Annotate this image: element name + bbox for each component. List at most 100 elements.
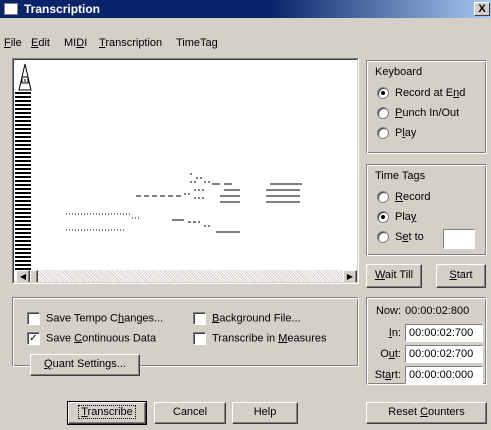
scroll-left-button[interactable]: ◀ — [16, 270, 30, 282]
menu-bar: File Edit MIDI Transcription TimeTag — [0, 18, 491, 56]
radio-punch-in-out[interactable]: Punch In/Out — [377, 107, 459, 120]
piano-key — [15, 224, 31, 226]
piano-key — [15, 236, 31, 238]
out-label: Out: — [380, 348, 401, 360]
piano-key — [15, 160, 31, 162]
checkbox-box[interactable] — [193, 332, 206, 345]
radio-indicator[interactable] — [377, 191, 389, 204]
radio-indicator[interactable] — [377, 231, 389, 244]
radio-set-to[interactable]: Set to — [377, 231, 424, 244]
transcribe-in-measures-checkbox[interactable]: Transcribe in Measures — [193, 332, 327, 345]
keyboard-group: Keyboard Record at End Punch In/Out Play — [366, 60, 487, 154]
piano-key — [15, 196, 31, 198]
horizontal-scrollbar[interactable]: ◀ ▶ — [16, 270, 357, 282]
piano-key — [15, 232, 31, 234]
close-button[interactable]: X — [474, 2, 490, 16]
radio-tag-play[interactable]: Play — [377, 211, 416, 224]
piano-key — [15, 96, 31, 98]
piano-keyboard[interactable] — [15, 92, 31, 270]
piano-key — [15, 156, 31, 158]
piano-key — [15, 248, 31, 250]
radio-record-at-end[interactable]: Record at End — [377, 87, 465, 100]
counters-panel: Now: 00:00:02:800 In: 00:00:02:700 Out: … — [366, 297, 487, 385]
menu-file[interactable]: File — [4, 36, 22, 50]
arrow-right-icon: ▶ — [346, 272, 354, 281]
piano-key — [15, 128, 31, 130]
reset-counters-button[interactable]: Reset Counters — [366, 402, 487, 424]
window-title: Transcription — [24, 2, 101, 16]
piano-key — [15, 176, 31, 178]
piano-key — [15, 188, 31, 190]
menu-edit[interactable]: Edit — [31, 36, 50, 50]
transcribe-button[interactable]: Transcribe — [67, 401, 147, 425]
piano-key — [15, 172, 31, 174]
scroll-right-button[interactable]: ▶ — [343, 270, 357, 282]
menu-midi[interactable]: MIDI — [64, 36, 87, 50]
menu-transcription[interactable]: Transcription — [99, 36, 162, 50]
help-button[interactable]: Help — [232, 402, 298, 424]
piano-key — [15, 140, 31, 142]
close-icon: X — [478, 3, 486, 15]
piano-key — [15, 180, 31, 182]
piano-key — [15, 216, 31, 218]
save-continuous-data-checkbox[interactable]: ✓ Save Continuous Data — [27, 332, 156, 345]
piano-key — [15, 108, 31, 110]
in-field[interactable]: 00:00:02:700 — [405, 324, 483, 342]
piano-key — [15, 244, 31, 246]
checkbox-box[interactable] — [193, 312, 206, 325]
piano-key — [15, 252, 31, 254]
piano-key — [15, 168, 31, 170]
piano-key — [15, 256, 31, 258]
checkbox-box[interactable] — [27, 312, 40, 325]
cancel-button[interactable]: Cancel — [154, 402, 226, 424]
background-file-checkbox[interactable]: Background File... — [193, 312, 301, 325]
now-value: 00:00:02:800 — [405, 305, 470, 317]
radio-indicator[interactable] — [377, 107, 389, 120]
radio-indicator[interactable] — [377, 87, 389, 100]
piano-key — [15, 148, 31, 150]
piano-key — [15, 200, 31, 202]
start-button[interactable]: Start — [436, 264, 486, 288]
wait-till-button[interactable]: Wait Till — [366, 264, 422, 288]
arrow-left-icon: ◀ — [19, 272, 27, 281]
start-field[interactable]: 00:00:00:000 — [405, 366, 483, 384]
time-tags-group-title: Time Tags — [375, 170, 426, 182]
radio-record[interactable]: Record — [377, 191, 430, 204]
checkbox-box[interactable]: ✓ — [27, 332, 40, 345]
set-to-input[interactable] — [443, 229, 475, 249]
save-tempo-changes-checkbox[interactable]: Save Tempo Changes... — [27, 312, 163, 325]
piano-key — [15, 132, 31, 134]
piano-key — [15, 104, 31, 106]
scroll-track[interactable] — [30, 270, 343, 282]
piano-key — [15, 124, 31, 126]
piano-key — [15, 212, 31, 214]
out-field[interactable]: 00:00:02:700 — [405, 345, 483, 363]
radio-indicator[interactable] — [377, 127, 389, 140]
piano-roll-view[interactable]: ◀ ▶ — [12, 58, 359, 284]
piano-key — [15, 260, 31, 262]
title-bar[interactable]: Transcription X — [0, 0, 491, 18]
piano-key — [15, 92, 31, 94]
radio-indicator[interactable] — [377, 211, 389, 224]
piano-key — [15, 264, 31, 266]
start-label: Start: — [374, 369, 401, 381]
radio-play[interactable]: Play — [377, 127, 416, 140]
piano-key — [15, 220, 31, 222]
app-icon — [4, 3, 18, 15]
scroll-thumb[interactable] — [30, 270, 38, 282]
piano-key — [15, 208, 31, 210]
piano-key — [15, 136, 31, 138]
piano-key — [15, 144, 31, 146]
piano-key — [15, 184, 31, 186]
metronome-icon[interactable] — [18, 63, 32, 91]
piano-key — [15, 192, 31, 194]
piano-key — [15, 228, 31, 230]
time-tags-group: Time Tags Record Play Set to — [366, 164, 487, 256]
menu-timetag[interactable]: TimeTag — [176, 36, 218, 50]
piano-key — [15, 152, 31, 154]
quant-settings-button[interactable]: Quant Settings... — [30, 354, 140, 376]
keyboard-group-title: Keyboard — [375, 66, 423, 78]
piano-key — [15, 116, 31, 118]
piano-key — [15, 204, 31, 206]
piano-key — [15, 100, 31, 102]
